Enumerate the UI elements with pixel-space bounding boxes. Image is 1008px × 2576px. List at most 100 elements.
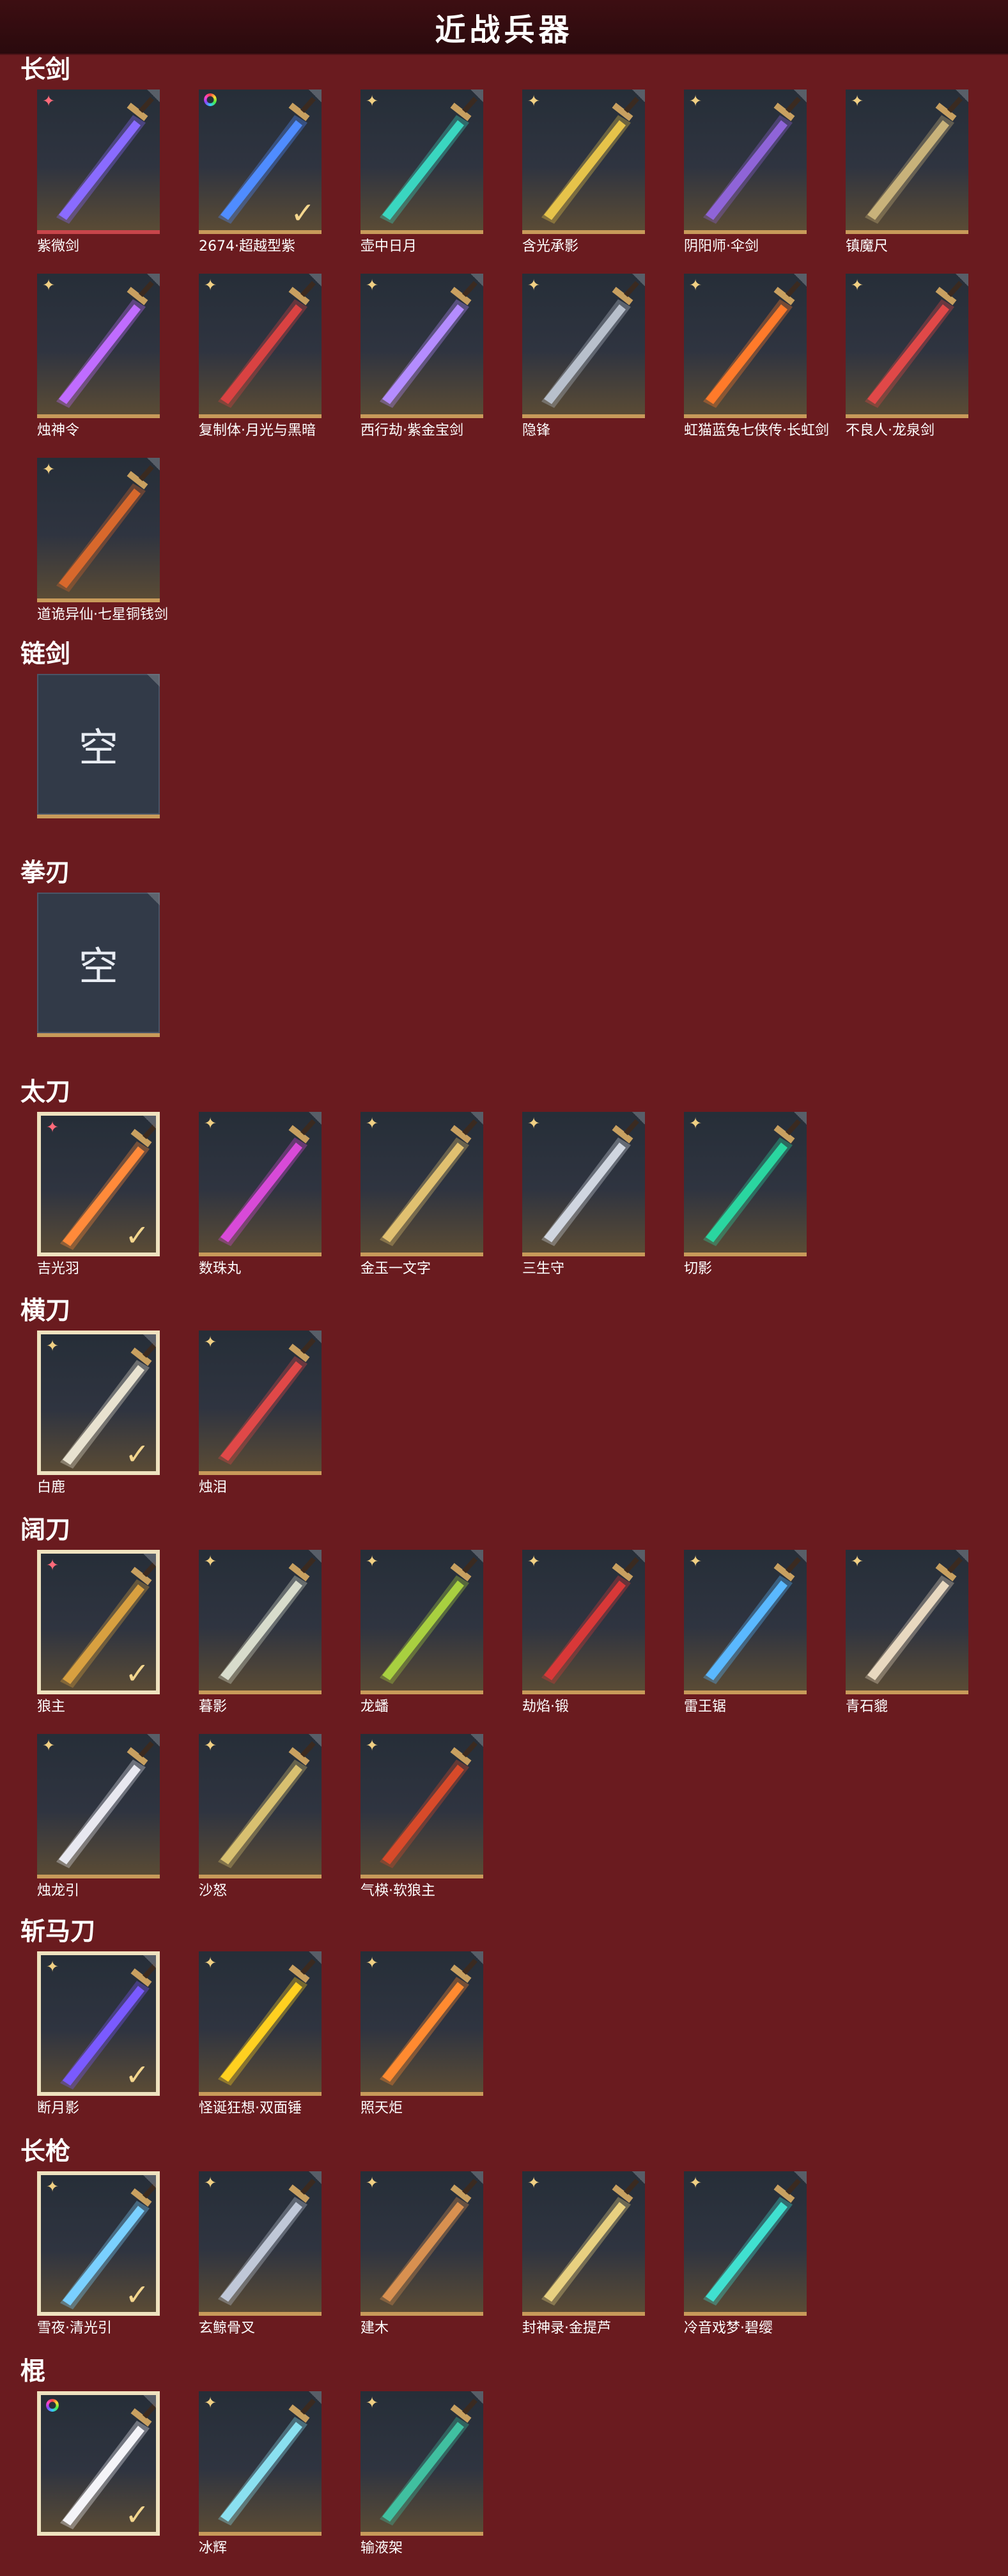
weapon-item[interactable]: 空 bbox=[37, 893, 160, 1037]
diamond-rank-icon: ✦ bbox=[42, 276, 56, 294]
diamond-rank-icon: ✦ bbox=[366, 2174, 379, 2192]
weapon-item[interactable]: ✦ 烛泪 bbox=[199, 1331, 322, 1497]
weapon-item[interactable]: ✦ 西行劫·紫金宝剑 bbox=[361, 274, 483, 440]
weapon-item[interactable]: ✓ bbox=[37, 2391, 160, 2540]
weapon-item[interactable]: ✦ 怪诞狂想·双面锤 bbox=[199, 1951, 322, 2118]
weapon-item[interactable]: ✦ 劫焰·锻 bbox=[522, 1550, 645, 1716]
weapon-card[interactable]: 空 bbox=[37, 893, 160, 1037]
weapon-card[interactable]: ✦ bbox=[361, 1550, 483, 1694]
weapon-card[interactable]: ✦ ✓ bbox=[37, 1951, 160, 2096]
weapon-card[interactable]: ✦ bbox=[37, 274, 160, 418]
weapon-item[interactable]: ✦ 龙蟠 bbox=[361, 1550, 483, 1716]
weapon-item[interactable]: ✦ 数珠丸 bbox=[199, 1112, 322, 1278]
weapon-card[interactable]: ✦ bbox=[199, 1112, 322, 1256]
weapon-card[interactable]: ✦ ✓ bbox=[37, 1550, 160, 1694]
weapon-card[interactable]: ✦ bbox=[361, 1951, 483, 2096]
weapon-item[interactable]: ✦ 不良人·龙泉剑 bbox=[846, 274, 968, 440]
weapon-item[interactable]: ✦ 烛神令 bbox=[37, 274, 160, 440]
section-title-tachi: 太刀 bbox=[20, 1078, 71, 1107]
weapon-item[interactable]: ✦ 雷王锯 bbox=[684, 1550, 807, 1716]
weapon-card[interactable]: ✦ bbox=[846, 274, 968, 418]
weapon-card[interactable]: ✦ ✓ bbox=[37, 1112, 160, 1256]
weapon-card[interactable]: ✦ bbox=[522, 274, 645, 418]
weapon-card[interactable]: ✦ ✓ bbox=[37, 2171, 160, 2316]
weapon-card[interactable]: ✓ bbox=[199, 90, 322, 234]
weapon-item[interactable]: ✦ 阴阳师·伞剑 bbox=[684, 90, 807, 256]
weapon-item[interactable]: ✦ ✓ 白鹿 bbox=[37, 1331, 160, 1497]
weapon-card[interactable]: ✦ bbox=[361, 1112, 483, 1256]
weapon-card[interactable]: ✦ bbox=[199, 1331, 322, 1475]
weapon-image bbox=[380, 281, 477, 408]
weapon-item[interactable]: ✓ 2674·超越型紫 bbox=[199, 90, 322, 256]
weapon-card[interactable]: ✦ bbox=[684, 2171, 807, 2316]
weapon-card[interactable]: ✦ bbox=[199, 1734, 322, 1878]
diamond-rank-icon: ✦ bbox=[527, 92, 541, 110]
weapon-item[interactable]: ✦ ✓ 吉光羽 bbox=[37, 1112, 160, 1278]
weapon-item[interactable]: ✦ 紫微剑 bbox=[37, 90, 160, 256]
weapon-item[interactable]: ✦ 金玉一文字 bbox=[361, 1112, 483, 1278]
weapon-item[interactable]: ✦ ✓ 狼主 bbox=[37, 1550, 160, 1716]
weapon-item[interactable]: ✦ ✓ 雪夜·清光引 bbox=[37, 2171, 160, 2338]
weapon-item[interactable]: ✦ 冷音戏梦·碧缨 bbox=[684, 2171, 807, 2338]
empty-slot[interactable]: 空 bbox=[37, 893, 160, 1033]
weapon-card[interactable]: ✦ bbox=[37, 90, 160, 234]
weapon-card[interactable]: ✦ bbox=[361, 90, 483, 234]
weapon-card[interactable]: ✦ bbox=[361, 1734, 483, 1878]
weapon-card[interactable]: ✦ bbox=[522, 1550, 645, 1694]
weapon-card[interactable]: ✦ bbox=[199, 2391, 322, 2536]
weapon-item[interactable]: ✦ 输液架 bbox=[361, 2391, 483, 2557]
section-title-zhanmadao: 斩马刀 bbox=[20, 1917, 96, 1946]
weapon-card[interactable]: ✦ bbox=[684, 274, 807, 418]
weapon-item[interactable]: ✦ 道诡异仙·七星铜钱剑 bbox=[37, 458, 168, 624]
weapon-card[interactable]: ✓ bbox=[37, 2391, 160, 2536]
weapon-card[interactable]: ✦ bbox=[522, 1112, 645, 1256]
weapon-card[interactable]: ✦ ✓ bbox=[37, 1331, 160, 1475]
weapon-item[interactable]: ✦ 封神录·金提芦 bbox=[522, 2171, 645, 2338]
weapon-item[interactable]: ✦ 冰辉 bbox=[199, 2391, 322, 2557]
weapon-image bbox=[218, 2398, 316, 2525]
corner-mark-icon bbox=[470, 1951, 483, 1964]
weapon-item[interactable]: ✦ 隐锋 bbox=[522, 274, 645, 440]
empty-slot[interactable]: 空 bbox=[37, 674, 160, 815]
weapon-card[interactable]: ✦ bbox=[199, 274, 322, 418]
weapon-item[interactable]: ✦ 玄鲸骨叉 bbox=[199, 2171, 322, 2338]
weapon-item[interactable]: ✦ 沙怒 bbox=[199, 1734, 322, 1900]
weapon-card[interactable]: ✦ bbox=[846, 90, 968, 234]
weapon-item[interactable]: ✦ 切影 bbox=[684, 1112, 807, 1278]
weapon-name: 冰辉 bbox=[199, 2540, 228, 2556]
weapon-item[interactable]: ✦ 照天炬 bbox=[361, 1951, 483, 2118]
weapon-item[interactable]: ✦ ✓ 断月影 bbox=[37, 1951, 160, 2118]
weapon-card[interactable]: ✦ bbox=[199, 1550, 322, 1694]
weapon-card[interactable]: ✦ bbox=[37, 458, 160, 602]
weapon-card[interactable]: ✦ bbox=[361, 2391, 483, 2536]
weapon-item[interactable]: ✦ 壶中日月 bbox=[361, 90, 483, 256]
weapon-item[interactable]: ✦ 气楧·软狼主 bbox=[361, 1734, 483, 1900]
weapon-item[interactable]: ✦ 虹猫蓝兔七侠传·长虹剑 bbox=[684, 274, 829, 440]
weapon-card[interactable]: 空 bbox=[37, 674, 160, 818]
weapon-item[interactable]: ✦ 含光承影 bbox=[522, 90, 645, 256]
weapon-card[interactable]: ✦ bbox=[199, 1951, 322, 2096]
weapon-item[interactable]: ✦ 暮影 bbox=[199, 1550, 322, 1716]
weapon-item[interactable]: ✦ 建木 bbox=[361, 2171, 483, 2338]
weapon-item[interactable]: ✦ 镇魔尺 bbox=[846, 90, 968, 256]
weapon-item[interactable]: 空 bbox=[37, 674, 160, 818]
weapon-card[interactable]: ✦ bbox=[846, 1550, 968, 1694]
weapon-item[interactable]: ✦ 青石貔 bbox=[846, 1550, 968, 1716]
weapon-card[interactable]: ✦ bbox=[37, 1734, 160, 1878]
weapon-card[interactable]: ✦ bbox=[522, 2171, 645, 2316]
weapon-card[interactable]: ✦ bbox=[199, 2171, 322, 2316]
corner-mark-icon bbox=[794, 274, 807, 286]
weapon-item[interactable]: ✦ 复制体·月光与黑暗 bbox=[199, 274, 322, 440]
equipped-check-icon: ✓ bbox=[125, 2277, 150, 2312]
weapon-card[interactable]: ✦ bbox=[684, 1112, 807, 1256]
weapon-card[interactable]: ✦ bbox=[522, 90, 645, 234]
corner-mark-icon bbox=[470, 2171, 483, 2184]
weapon-item[interactable]: ✦ 烛龙引 bbox=[37, 1734, 160, 1900]
weapon-card[interactable]: ✦ bbox=[684, 1550, 807, 1694]
weapon-image bbox=[865, 281, 963, 408]
weapon-card[interactable]: ✦ bbox=[361, 274, 483, 418]
weapon-card[interactable]: ✦ bbox=[684, 90, 807, 234]
corner-mark-icon bbox=[143, 1955, 156, 1968]
weapon-item[interactable]: ✦ 三生守 bbox=[522, 1112, 645, 1278]
weapon-card[interactable]: ✦ bbox=[361, 2171, 483, 2316]
